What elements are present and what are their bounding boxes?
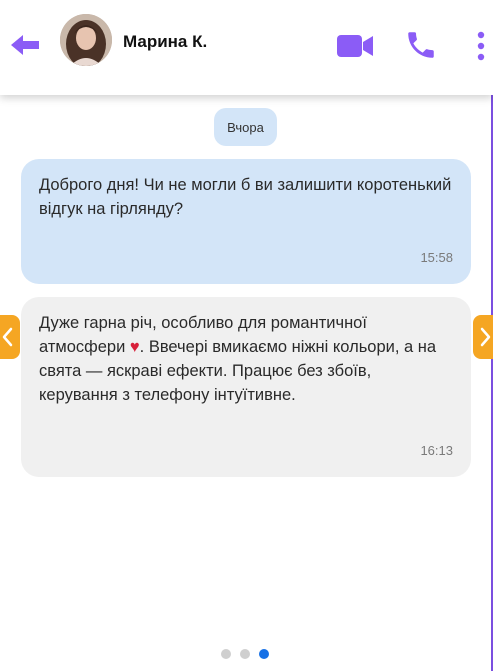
message-text: Доброго дня! Чи не могли б ви залишити к… — [39, 176, 452, 218]
pagination-dot[interactable] — [259, 649, 269, 659]
message-time: 16:13 — [420, 443, 453, 458]
phone-call-icon[interactable] — [404, 28, 438, 62]
message-bubble-incoming: Дуже гарна річ, особливо для романтичної… — [21, 297, 471, 477]
chat-header: Марина К. — [0, 0, 493, 95]
more-options-icon[interactable] — [474, 30, 488, 64]
next-slide-button[interactable] — [473, 315, 493, 359]
message-bubble-outgoing: Доброго дня! Чи не могли б ви залишити к… — [21, 159, 471, 284]
heart-emoji-icon: ♥ — [129, 338, 140, 356]
date-divider: Вчора — [214, 108, 277, 146]
prev-slide-button[interactable] — [0, 315, 20, 359]
pagination-dot[interactable] — [240, 649, 250, 659]
video-call-icon[interactable] — [336, 33, 374, 59]
message-time: 15:58 — [420, 250, 453, 265]
contact-name: Марина К. — [123, 32, 208, 51]
back-arrow-icon[interactable] — [8, 30, 42, 60]
pagination-dot[interactable] — [221, 649, 231, 659]
pagination-dots — [221, 649, 269, 659]
avatar[interactable] — [60, 14, 112, 66]
